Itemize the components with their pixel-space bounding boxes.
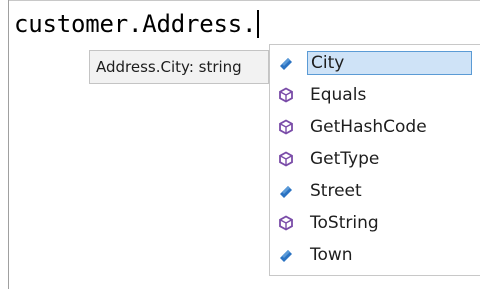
completion-item-equals[interactable]: Equals xyxy=(270,79,480,111)
text-caret xyxy=(257,10,260,38)
completion-item-town[interactable]: Town xyxy=(270,239,480,271)
completion-item-label: GetType xyxy=(310,149,380,169)
code-line[interactable]: customer.Address. xyxy=(14,7,260,41)
completion-item-tostring[interactable]: ToString xyxy=(270,207,480,239)
method-icon xyxy=(278,151,294,167)
completion-item-label: Equals xyxy=(310,85,367,105)
completion-list[interactable]: City Equals GetHashCode GetType Street T… xyxy=(269,44,480,276)
completion-item-street[interactable]: Street xyxy=(270,175,480,207)
code-text: customer.Address. xyxy=(14,10,257,38)
completion-item-label: Town xyxy=(310,245,353,265)
completion-item-gethashcode[interactable]: GetHashCode xyxy=(270,111,480,143)
completion-item-city[interactable]: City xyxy=(270,47,480,79)
method-icon xyxy=(278,119,294,135)
completion-item-label: GetHashCode xyxy=(310,117,427,137)
property-icon xyxy=(278,55,294,71)
editor-top-border xyxy=(8,0,480,1)
method-icon xyxy=(278,215,294,231)
completion-item-label: City xyxy=(307,51,472,75)
property-icon xyxy=(278,183,294,199)
completion-item-label: ToString xyxy=(310,213,379,233)
completion-item-label: Street xyxy=(310,181,362,201)
tooltip-text: Address.City: string xyxy=(96,58,242,76)
editor-left-border xyxy=(8,0,9,289)
property-icon xyxy=(278,247,294,263)
quick-info-tooltip: Address.City: string xyxy=(89,50,269,84)
code-editor[interactable]: customer.Address. Address.City: string C… xyxy=(0,0,480,289)
completion-item-gettype[interactable]: GetType xyxy=(270,143,480,175)
method-icon xyxy=(278,87,294,103)
